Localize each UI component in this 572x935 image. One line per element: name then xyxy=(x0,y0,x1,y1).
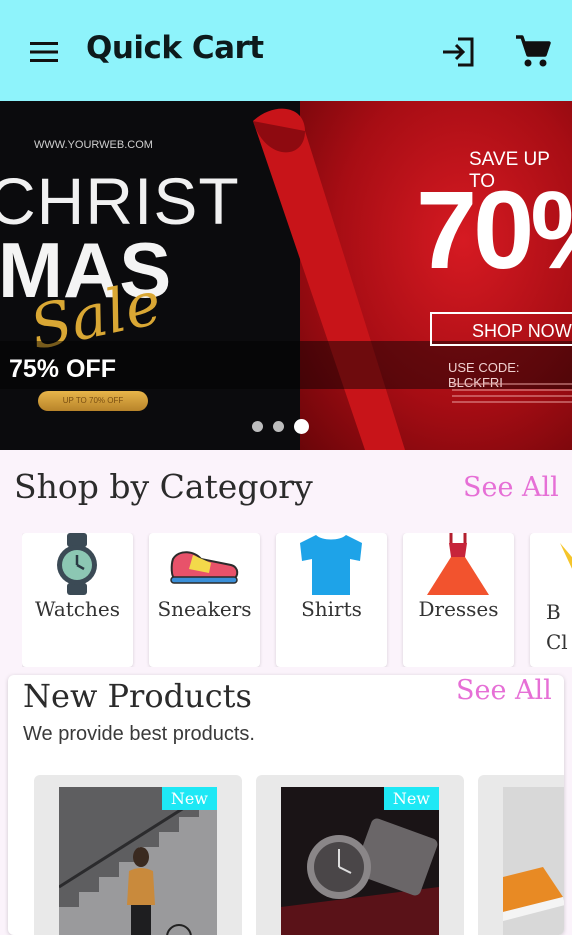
category-card-shirts[interactable]: Shirts xyxy=(276,533,387,667)
product-card[interactable] xyxy=(478,775,564,935)
category-label: Dresses xyxy=(418,597,499,621)
dress-icon xyxy=(403,533,514,595)
banner-gold-pill: UP TO 70% OFF xyxy=(38,391,148,411)
sneaker-photo xyxy=(503,787,564,935)
banner-caption: 75% OFF xyxy=(9,355,116,383)
login-icon[interactable] xyxy=(440,35,476,69)
category-label: Shirts xyxy=(301,597,362,621)
carousel-dot[interactable] xyxy=(252,421,263,432)
app-title: Quick Cart xyxy=(86,30,264,66)
banner-fine-print xyxy=(452,383,572,405)
new-products-subtitle: We provide best products. xyxy=(23,723,255,745)
baby-clothes-icon xyxy=(530,533,572,595)
banner-shop-now: SHOP NOW xyxy=(430,312,572,346)
category-card-sneakers[interactable]: Sneakers xyxy=(149,533,260,667)
new-badge: New xyxy=(383,787,439,810)
cart-icon[interactable] xyxy=(514,33,552,69)
woman-on-stairs-photo: New xyxy=(59,787,217,935)
category-card-dresses[interactable]: Dresses xyxy=(403,533,514,667)
product-card[interactable]: New xyxy=(34,775,242,935)
ribbon-graphic xyxy=(253,108,405,450)
carousel-dot-active[interactable] xyxy=(294,419,309,434)
product-card[interactable]: New xyxy=(256,775,464,935)
category-label: Watches xyxy=(35,597,120,621)
new-products-see-all-link[interactable]: See All xyxy=(456,675,552,706)
app-bar: Quick Cart xyxy=(0,0,572,101)
new-products-title: New Products xyxy=(23,677,252,715)
category-label: Sneakers xyxy=(157,597,252,621)
carousel-dot[interactable] xyxy=(273,421,284,432)
carousel-indicator xyxy=(252,419,309,434)
promo-banner[interactable]: WWW.YOURWEB.COM CHRIST MAS Sale 75% OFF … xyxy=(0,101,572,450)
new-badge: New xyxy=(161,787,217,810)
watch-icon xyxy=(22,533,133,595)
category-section-title: Shop by Category xyxy=(14,467,313,506)
category-label: B Cl xyxy=(546,600,568,654)
category-card-baby-clothes[interactable]: B Cl xyxy=(530,533,572,667)
sneaker-icon xyxy=(149,533,260,595)
wristwatch-photo: New xyxy=(281,787,439,935)
banner-percent: 70% xyxy=(416,169,572,292)
category-see-all-link[interactable]: See All xyxy=(463,472,559,503)
menu-icon[interactable] xyxy=(28,40,60,64)
new-products-section: New Products See All We provide best pro… xyxy=(8,675,564,935)
category-list: Watches Sneakers Shirts Dresses B Cl xyxy=(22,533,572,667)
shirt-icon xyxy=(276,533,387,595)
category-card-watches[interactable]: Watches xyxy=(22,533,133,667)
banner-website: WWW.YOURWEB.COM xyxy=(34,139,153,151)
